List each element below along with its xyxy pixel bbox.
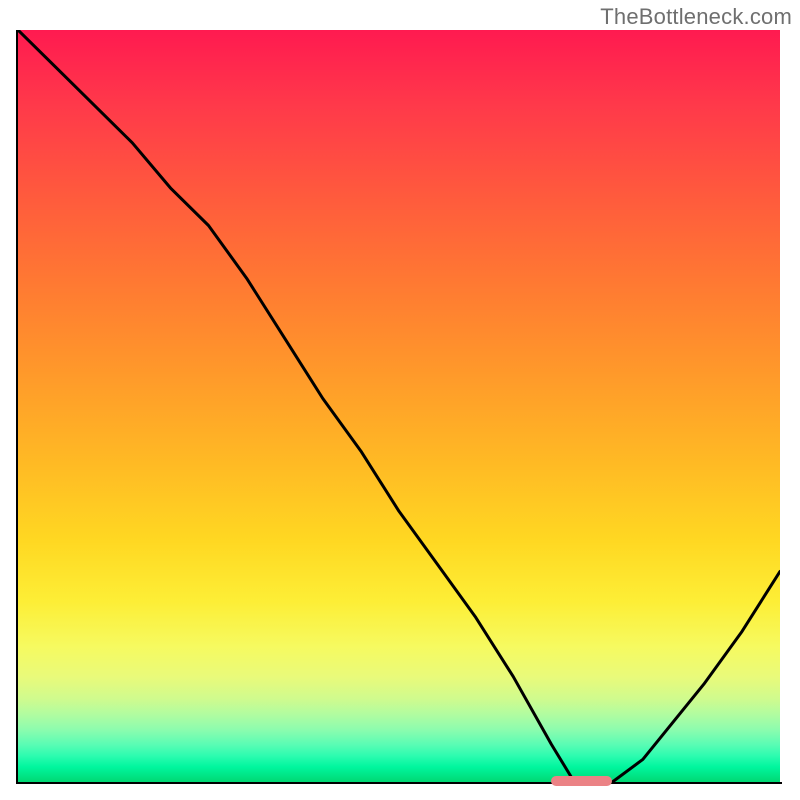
optimal-range-marker [551, 776, 612, 786]
x-axis [16, 782, 782, 784]
y-axis [16, 30, 18, 782]
plot-area [18, 30, 780, 782]
chart-container: TheBottleneck.com [0, 0, 800, 800]
watermark-text: TheBottleneck.com [600, 4, 792, 30]
